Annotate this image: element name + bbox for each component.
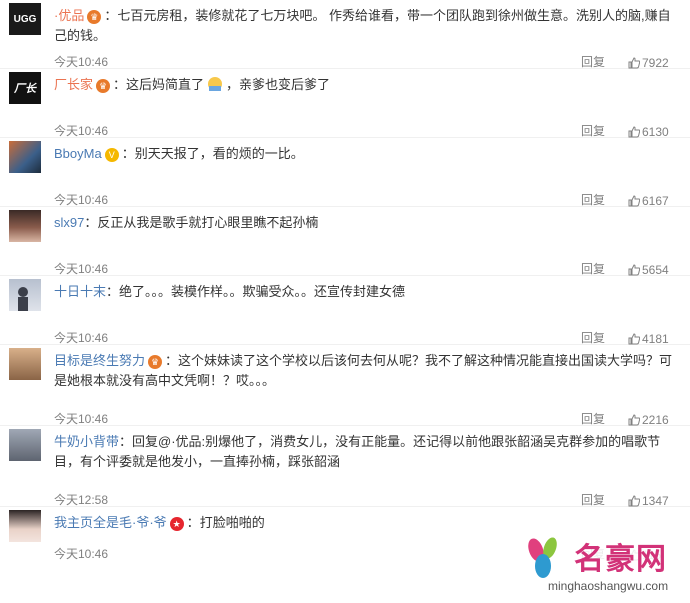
- avatar[interactable]: [9, 348, 41, 380]
- comment-time: 今天10:46: [54, 193, 109, 207]
- crown-badge-icon: ♛: [87, 9, 102, 24]
- comment-content: 七百元房租，装修就花了七万块吧。 作秀给谁看，带一个团队跑到徐州做生意。洗别人的…: [54, 8, 671, 43]
- username-link[interactable]: 厂长家: [54, 77, 93, 92]
- comment-content: 绝了。。。装模作样。。欺骗受众。。还宣传封建女德: [119, 284, 406, 299]
- thumbs-up-icon: [628, 333, 640, 345]
- like-button[interactable]: 6130: [628, 125, 669, 139]
- username-link[interactable]: 我主页全是毛·爷·爷: [54, 515, 167, 530]
- avatar[interactable]: [9, 279, 41, 311]
- ugg-logo-icon: UGG: [14, 14, 37, 25]
- avatar[interactable]: [9, 429, 41, 461]
- like-count: 5654: [642, 263, 669, 277]
- star-badge-icon: ★: [169, 516, 184, 531]
- watermark-url: minghaoshangwu.com: [548, 579, 669, 593]
- comment-text: 牛奶小背带：回复@·优品:别爆他了，消费女儿，没有正能量。还记得以前他跟张韶涵吴…: [54, 434, 661, 469]
- username-link[interactable]: 目标是终生努力: [54, 353, 145, 368]
- crown-badge-icon: ♛: [96, 78, 111, 93]
- comment-content: 打脸啪啪的: [199, 515, 265, 530]
- verified-v-badge-icon: V: [104, 147, 119, 162]
- comment-content: 回复@·优品:别爆他了，消费女儿，没有正能量。还记得以前他跟张韶涵吴克群参加的唱…: [54, 434, 661, 469]
- thumbs-up-icon: [628, 495, 640, 507]
- comment-item: 目标是终生努力 ♛ ：这个妹妹读了这个学校以后该何去何从呢？我不了解这种情况能直接出…: [0, 345, 690, 427]
- thumbs-up-icon: [628, 57, 640, 69]
- comment-time: 今天10:46: [54, 262, 109, 276]
- comment-content-tail: ，亲爹也变后爹了: [226, 77, 331, 92]
- avatar[interactable]: [9, 510, 41, 542]
- avatar[interactable]: UGG: [9, 3, 41, 35]
- like-count: 1347: [642, 494, 669, 508]
- comment-content: 反正从我是歌手就打心眼里瞧不起孙楠: [97, 215, 319, 230]
- site-watermark: 名豪网 minghaoshangwu.com: [508, 530, 690, 603]
- watermark-logo-icon: [528, 537, 557, 578]
- comment-time: 今天10:46: [54, 331, 109, 345]
- comment-text: 目标是终生努力 ♛ ：这个妹妹读了这个学校以后该何去何从呢？我不了解这种情况能直接出…: [54, 353, 673, 388]
- thumbs-up-icon: [628, 264, 640, 276]
- comment-text: 十日十末：绝了。。。装模作样。。欺骗受众。。还宣传封建女德: [54, 284, 406, 299]
- like-button[interactable]: 1347: [628, 494, 669, 508]
- reply-button[interactable]: 回复: [581, 191, 605, 208]
- like-button[interactable]: 5654: [628, 263, 669, 277]
- username-link[interactable]: BboyMa: [54, 146, 102, 161]
- avatar[interactable]: [9, 210, 41, 242]
- like-button[interactable]: 6167: [628, 194, 669, 208]
- watermark-title: 名豪网: [574, 543, 667, 576]
- reply-button[interactable]: 回复: [581, 122, 605, 139]
- avatar-logo-icon: 厂长: [13, 82, 37, 95]
- username-link[interactable]: ·优品: [54, 8, 84, 23]
- like-count: 7922: [642, 56, 669, 70]
- comment-content: 这后妈简直了: [126, 77, 205, 92]
- like-button[interactable]: 2216: [628, 413, 669, 427]
- reply-button[interactable]: 回复: [581, 53, 605, 70]
- silhouette-icon: [18, 287, 28, 311]
- comment-item: slx97：反正从我是歌手就打心眼里瞧不起孙楠 今天10:46 回复 5654: [0, 207, 690, 277]
- crown-badge-icon: ♛: [148, 354, 163, 369]
- comment-text: BboyMa V ：别天天报了，看的烦的一比。: [54, 146, 304, 162]
- comment-time: 今天10:46: [54, 55, 109, 69]
- like-button[interactable]: 4181: [628, 332, 669, 346]
- comment-text: 厂长家 ♛ ：这后妈简直了 ，亲爹也变后爹了: [54, 77, 331, 93]
- comment-time: 今天10:46: [54, 547, 109, 561]
- emoji-icon: [208, 77, 223, 91]
- username-link[interactable]: 牛奶小背带: [54, 434, 119, 449]
- comment-time: 今天10:46: [54, 412, 109, 426]
- svg-text:厂长: 厂长: [13, 82, 37, 95]
- username-link[interactable]: slx97: [54, 215, 84, 230]
- comment-item: 十日十末：绝了。。。装模作样。。欺骗受众。。还宣传封建女德 今天10:46 回复…: [0, 276, 690, 346]
- comment-time: 今天10:46: [54, 124, 109, 138]
- comment-time: 今天12:58: [54, 493, 109, 507]
- thumbs-up-icon: [628, 126, 640, 138]
- comment-content: 别天天报了，看的烦的一比。: [134, 146, 304, 161]
- comment-item: 牛奶小背带：回复@·优品:别爆他了，消费女儿，没有正能量。还记得以前他跟张韶涵吴…: [0, 426, 690, 508]
- thumbs-up-icon: [628, 414, 640, 426]
- comment-item: 厂长 厂长家 ♛ ：这后妈简直了 ，亲爹也变后爹了 今天10:46 回复 6130: [0, 69, 690, 139]
- reply-button[interactable]: 回复: [581, 491, 605, 508]
- comment-item: BboyMa V ：别天天报了，看的烦的一比。 今天10:46 回复 6167: [0, 138, 690, 208]
- thumbs-up-icon: [628, 195, 640, 207]
- like-count: 6167: [642, 194, 669, 208]
- avatar[interactable]: [9, 141, 41, 173]
- like-count: 6130: [642, 125, 669, 139]
- reply-button[interactable]: 回复: [581, 260, 605, 277]
- like-count: 4181: [642, 332, 669, 346]
- like-count: 2216: [642, 413, 669, 427]
- comment-content: 这个妹妹读了这个学校以后该何去何从呢？我不了解这种情况能直接出国读大学吗？可是她…: [54, 353, 673, 388]
- svg-text:UGG: UGG: [14, 14, 37, 25]
- like-button[interactable]: 7922: [628, 56, 669, 70]
- reply-button[interactable]: 回复: [581, 329, 605, 346]
- comment-text: ·优品 ♛ ：七百元房租，装修就花了七万块吧。 作秀给谁看，带一个团队跑到徐州做生意…: [54, 8, 671, 43]
- username-link[interactable]: 十日十末: [54, 284, 106, 299]
- comment-item: UGG ·优品 ♛ ：七百元房租，装修就花了七万块吧。 作秀给谁看，带一个团队跑到徐…: [0, 0, 690, 70]
- comment-text: slx97：反正从我是歌手就打心眼里瞧不起孙楠: [54, 215, 319, 230]
- reply-button[interactable]: 回复: [581, 410, 605, 427]
- avatar[interactable]: 厂长: [9, 72, 41, 104]
